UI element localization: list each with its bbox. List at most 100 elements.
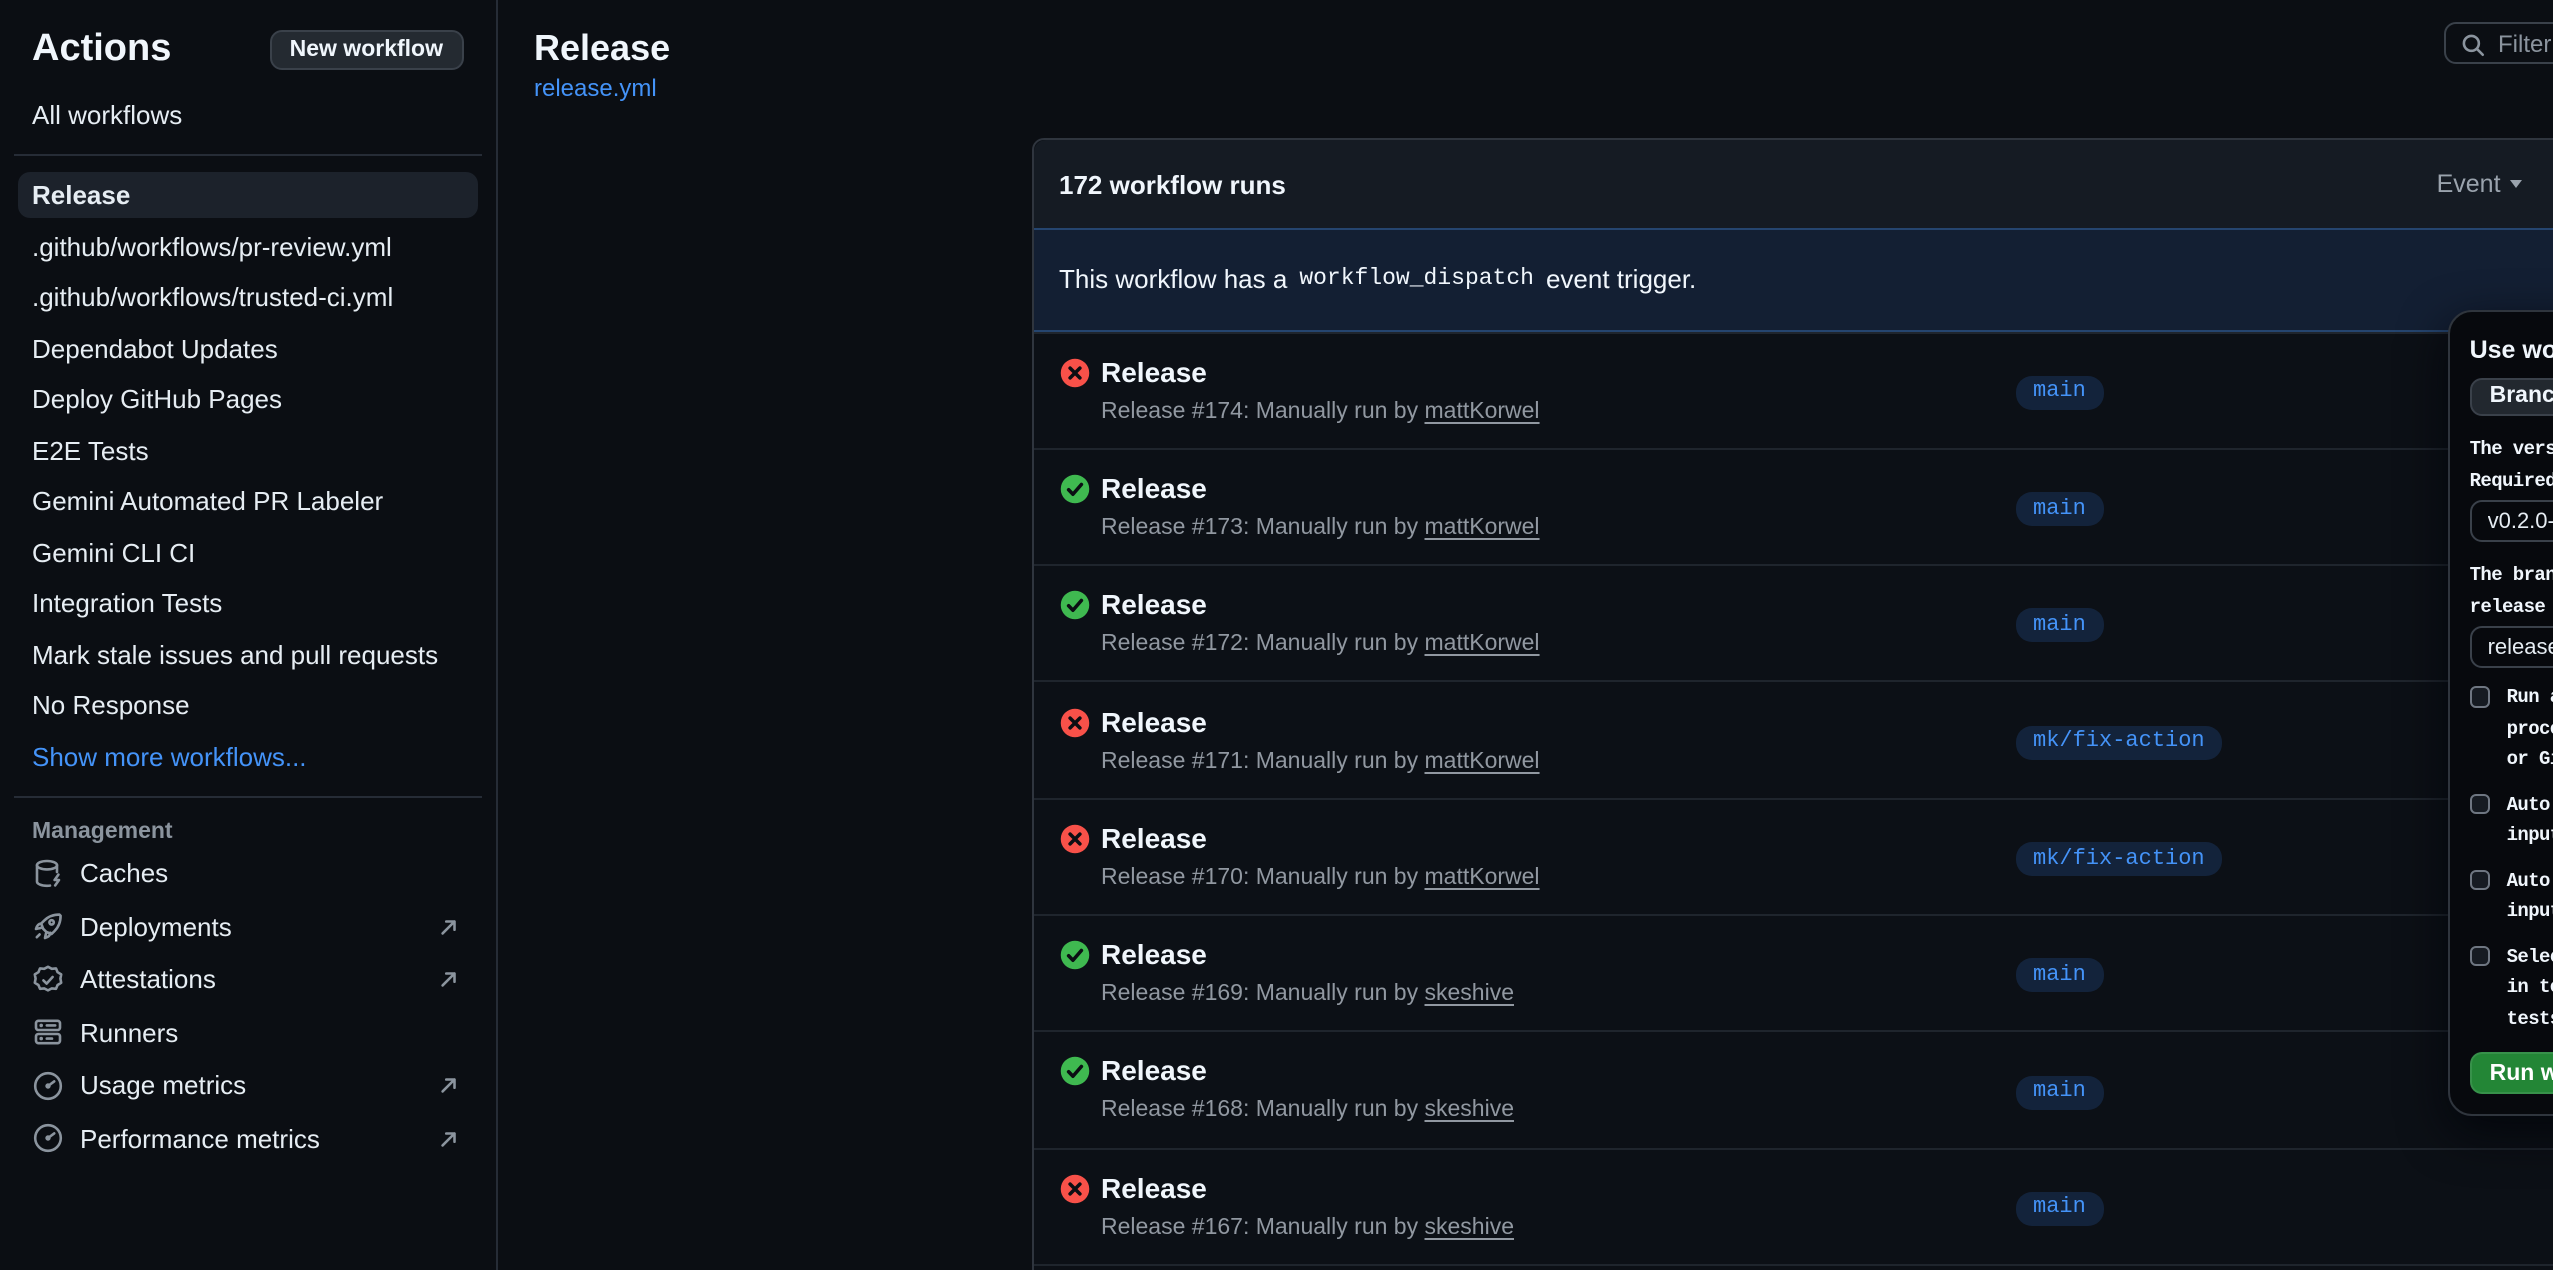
branch-badge[interactable]: main xyxy=(2015,959,2104,993)
sidebar-workflow-item[interactable]: .github/workflows/pr-review.yml xyxy=(18,223,477,269)
branch-badge[interactable]: mk/fix-action xyxy=(2015,842,2223,876)
popover-checkbox-label: Run a dry-run of the release process; no… xyxy=(2507,682,2553,775)
check-circle-fill-icon xyxy=(1059,474,1089,504)
workflow-dispatch-banner: This workflow has a workflow_dispatch ev… xyxy=(1033,228,2553,331)
external-link-icon xyxy=(437,1127,459,1149)
actor-link[interactable]: skeshive xyxy=(1425,1215,1515,1239)
cache-icon xyxy=(32,857,64,889)
branch-select-button[interactable]: Branch: main xyxy=(2470,377,2553,416)
sidebar-workflow-item-selected[interactable]: Release xyxy=(18,172,477,218)
workflow-run-row: Release Release #172: Manually run by ma… xyxy=(1033,564,2553,681)
branch-badge[interactable]: main xyxy=(2015,492,2104,526)
main-content: Release release.yml 172 workflow runs Ev… xyxy=(497,0,2553,1270)
actor-link[interactable]: mattKorwel xyxy=(1425,866,1540,890)
filter-workflow-runs-input[interactable] xyxy=(2494,24,2553,64)
workflow-run-row: Release Release #169: Manually run by sk… xyxy=(1033,914,2553,1031)
sidebar-workflow-item[interactable]: No Response xyxy=(18,682,477,728)
popover-fields: The version to release (e.g., v0.1.11). … xyxy=(2470,434,2553,668)
popover-field-label: The branch or ref (full git sha) to rele… xyxy=(2470,560,2553,622)
meter-icon xyxy=(32,1069,64,1101)
sidebar-title: Actions xyxy=(32,28,171,72)
branch-badge[interactable]: main xyxy=(2015,1075,2104,1109)
sidebar: Actions New workflow All workflows Relea… xyxy=(0,0,497,1270)
popover-checkbox[interactable] xyxy=(2470,945,2491,966)
run-title-link[interactable]: Release xyxy=(1101,1055,1207,1087)
run-title-link[interactable]: Release xyxy=(1101,1171,1207,1203)
popover-field-label: The version to release (e.g., v0.1.11). … xyxy=(2470,434,2553,496)
chevron-down-icon xyxy=(2511,180,2523,188)
management-list: Caches Deployments Attestations Runners … xyxy=(18,849,477,1162)
search-icon xyxy=(2460,31,2486,57)
management-item[interactable]: Attestations xyxy=(18,955,477,1003)
sidebar-workflow-item[interactable]: Deploy GitHub Pages xyxy=(18,376,477,422)
run-subtitle: Release #167: Manually run by skeshive xyxy=(1101,1213,1514,1243)
branch-badge[interactable]: main xyxy=(2015,1192,2104,1226)
actor-link[interactable]: skeshive xyxy=(1425,1099,1515,1123)
run-filters: Event Status Branch Actor xyxy=(2437,170,2553,198)
popover-field-input[interactable] xyxy=(2470,626,2553,668)
workflow-run-row xyxy=(1033,1264,2553,1270)
management-item[interactable]: Performance metrics xyxy=(18,1114,477,1162)
sidebar-workflow-item[interactable]: Integration Tests xyxy=(18,580,477,626)
sidebar-workflow-item[interactable]: Dependabot Updates xyxy=(18,325,477,371)
sidebar-workflow-item[interactable]: .github/workflows/trusted-ci.yml xyxy=(18,274,477,320)
actions-page: Actions New workflow All workflows Relea… xyxy=(0,0,2553,1270)
branch-badge[interactable]: main xyxy=(2015,376,2104,410)
sidebar-show-more-link[interactable]: Show more workflows... xyxy=(18,733,477,779)
popover-checkbox[interactable] xyxy=(2470,793,2491,814)
actor-link[interactable]: skeshive xyxy=(1425,982,1515,1006)
sidebar-workflow-item[interactable]: Gemini CLI CI xyxy=(18,529,477,575)
run-subtitle: Release #169: Manually run by skeshive xyxy=(1101,980,1514,1010)
sidebar-divider xyxy=(14,154,481,156)
branch-badge[interactable]: mk/fix-action xyxy=(2015,726,2223,760)
popover-checkbox[interactable] xyxy=(2470,869,2491,890)
run-subtitle: Release #173: Manually run by mattKorwel xyxy=(1101,514,1540,544)
run-title-link[interactable]: Release xyxy=(1101,938,1207,970)
management-item[interactable]: Usage metrics xyxy=(18,1061,477,1109)
popover-checkboxes: Run a dry-run of the release process; no… xyxy=(2470,682,2553,1034)
management-item[interactable]: Deployments xyxy=(18,902,477,950)
actor-link[interactable]: mattKorwel xyxy=(1425,749,1540,773)
use-workflow-from-label: Use workflow from xyxy=(2470,335,2553,363)
run-title-link[interactable]: Release xyxy=(1101,822,1207,854)
workflow-run-row: Release Release #173: Manually run by ma… xyxy=(1033,448,2553,565)
run-title-link[interactable]: Release xyxy=(1101,588,1207,620)
actor-link[interactable]: mattKorwel xyxy=(1425,516,1540,540)
server-icon xyxy=(32,1016,64,1048)
sidebar-workflow-item[interactable]: E2E Tests xyxy=(18,427,477,473)
filter-dropdown[interactable]: Event xyxy=(2437,170,2523,198)
popover-checkbox[interactable] xyxy=(2470,686,2491,707)
sidebar-workflow-item[interactable]: Mark stale issues and pull requests xyxy=(18,631,477,677)
sidebar-workflow-item[interactable]: Gemini Automated PR Labeler xyxy=(18,478,477,524)
sidebar-workflow-list: Release .github/workflows/pr-review.yml .g… xyxy=(18,172,477,728)
verified-icon xyxy=(32,963,64,995)
filter-workflow-runs-box xyxy=(2444,22,2553,63)
x-circle-fill-icon xyxy=(1059,707,1089,737)
page-title: Release xyxy=(534,28,2553,68)
run-workflow-popover: Use workflow from Branch: main The versi… xyxy=(2448,309,2553,1115)
run-subtitle: Release #171: Manually run by mattKorwel xyxy=(1101,747,1540,777)
actor-link[interactable]: mattKorwel xyxy=(1425,399,1540,423)
workflow-run-row: Release Release #168: Manually run by sk… xyxy=(1033,1031,2553,1148)
actor-link[interactable]: mattKorwel xyxy=(1425,632,1540,656)
workflow-file-link[interactable]: release.yml xyxy=(534,74,657,102)
run-workflow-submit-button[interactable]: Run workflow xyxy=(2470,1052,2553,1094)
run-title-link[interactable]: Release xyxy=(1101,705,1207,737)
popover-checkbox-label: Auto apply the preview release tag, inpu… xyxy=(2507,865,2553,927)
run-title-link[interactable]: Release xyxy=(1101,472,1207,504)
new-workflow-button[interactable]: New workflow xyxy=(270,30,463,70)
sidebar-item-all-workflows[interactable]: All workflows xyxy=(18,92,477,138)
workflow-run-row: Release Release #171: Manually run by ma… xyxy=(1033,681,2553,798)
workflow-run-row: Release Release #167: Manually run by sk… xyxy=(1033,1147,2553,1264)
external-link-icon xyxy=(437,915,459,937)
external-link-icon xyxy=(437,968,459,990)
rocket-icon xyxy=(32,910,64,942)
branch-badge[interactable]: main xyxy=(2015,609,2104,643)
workflow-dispatch-code: workflow_dispatch xyxy=(1299,267,1534,293)
management-item[interactable]: Caches xyxy=(18,849,477,897)
management-item[interactable]: Runners xyxy=(18,1008,477,1056)
x-circle-fill-icon xyxy=(1059,357,1089,387)
workflow-run-row: Release Release #170: Manually run by ma… xyxy=(1033,797,2553,914)
run-title-link[interactable]: Release xyxy=(1101,355,1207,387)
popover-field-input[interactable] xyxy=(2470,500,2553,542)
